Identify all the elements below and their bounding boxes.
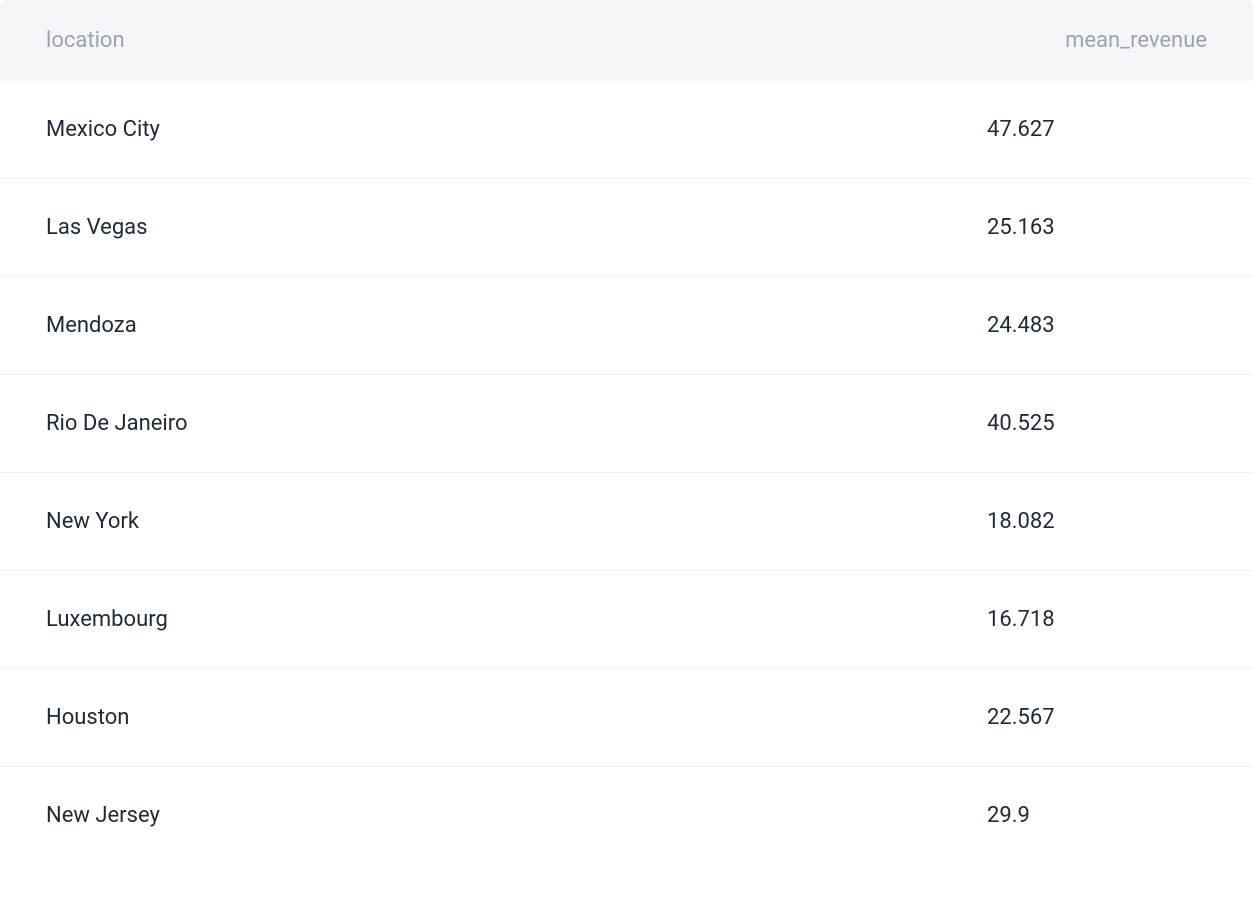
table-row: Houston 22.567: [0, 669, 1253, 767]
table-row: New York 18.082: [0, 473, 1253, 571]
cell-location: Las Vegas: [46, 215, 987, 240]
table-row: Las Vegas 25.163: [0, 179, 1253, 277]
cell-location: New York: [46, 509, 987, 534]
cell-location: Luxembourg: [46, 607, 987, 632]
cell-mean-revenue: 24.483: [987, 313, 1207, 338]
cell-location: Mexico City: [46, 117, 987, 142]
cell-mean-revenue: 18.082: [987, 509, 1207, 534]
cell-mean-revenue: 25.163: [987, 215, 1207, 240]
table-row: Rio De Janeiro 40.525: [0, 375, 1253, 473]
cell-mean-revenue: 16.718: [987, 607, 1207, 632]
cell-mean-revenue: 29.9: [987, 803, 1207, 828]
data-table: location mean_revenue Mexico City 47.627…: [0, 0, 1253, 864]
table-row: Mendoza 24.483: [0, 277, 1253, 375]
table-row: Mexico City 47.627: [0, 81, 1253, 179]
cell-location: Mendoza: [46, 313, 987, 338]
cell-location: New Jersey: [46, 803, 987, 828]
cell-mean-revenue: 22.567: [987, 705, 1207, 730]
table-row: New Jersey 29.9: [0, 767, 1253, 864]
table-header-row: location mean_revenue: [0, 0, 1253, 81]
column-header-location: location: [46, 28, 987, 53]
table-row: Luxembourg 16.718: [0, 571, 1253, 669]
cell-location: Houston: [46, 705, 987, 730]
cell-mean-revenue: 47.627: [987, 117, 1207, 142]
cell-mean-revenue: 40.525: [987, 411, 1207, 436]
column-header-mean-revenue: mean_revenue: [987, 28, 1207, 53]
cell-location: Rio De Janeiro: [46, 411, 987, 436]
